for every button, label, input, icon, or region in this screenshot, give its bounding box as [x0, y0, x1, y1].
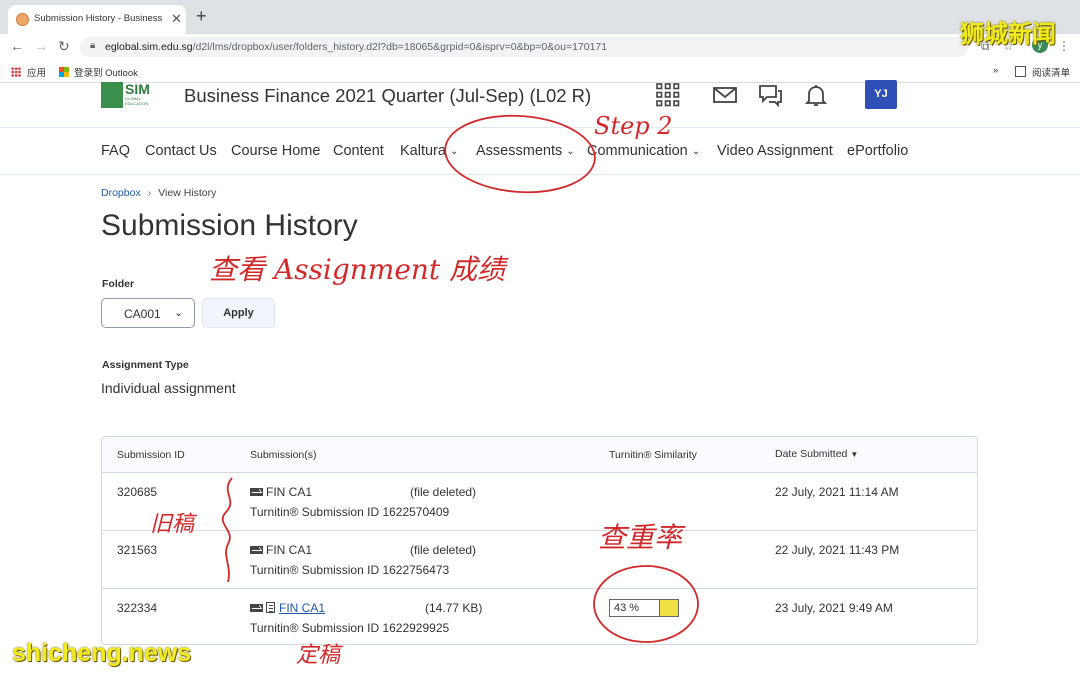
annotation-brace: [221, 477, 233, 583]
annotation-final-draft: 定稿: [296, 643, 341, 668]
annotation-circle-similarity: [593, 565, 699, 643]
annotation-overlay: [221, 114, 699, 643]
annotation-old-draft: 旧稿: [150, 512, 195, 537]
annotation-plagiarism-rate: 查重率: [598, 521, 683, 554]
annotation-circle-assessments: [444, 114, 596, 194]
watermark-top: 狮城新闻: [960, 21, 1056, 48]
annotation-step: Step 2: [594, 112, 673, 140]
annotation-view-grades: 查看 Assignment 成绩: [209, 253, 506, 286]
watermark-bottom: shicheng.news: [12, 639, 192, 667]
